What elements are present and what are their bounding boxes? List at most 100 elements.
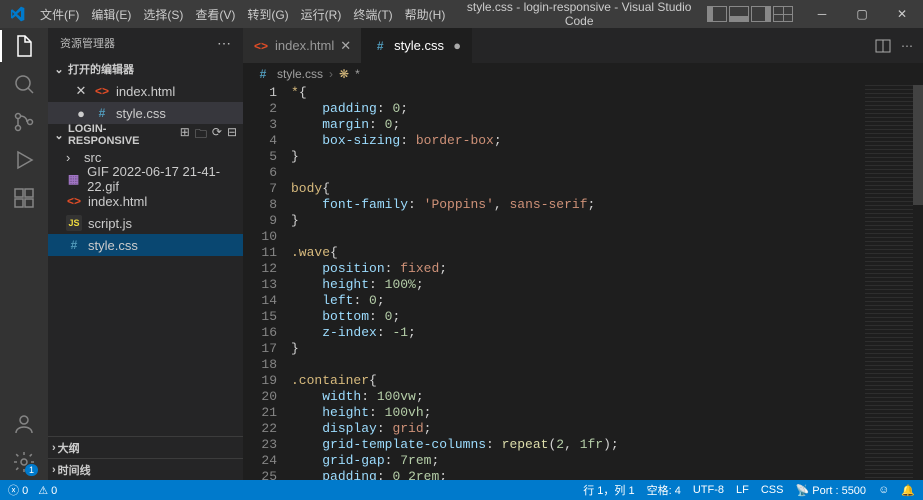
menu-item[interactable]: 查看(V) bbox=[189, 6, 241, 23]
status-live-server[interactable]: 📡 Port : 5500 bbox=[795, 484, 866, 497]
open-editors-header[interactable]: ⌄ 打开的编辑器 bbox=[48, 58, 243, 80]
status-indentation[interactable]: 空格: 4 bbox=[647, 482, 681, 498]
code-line[interactable]: *{ bbox=[291, 85, 923, 101]
code-line[interactable]: .wave{ bbox=[291, 245, 923, 261]
code-line[interactable]: position: fixed; bbox=[291, 261, 923, 277]
menu-item[interactable]: 文件(F) bbox=[34, 6, 85, 23]
sidebar-more-icon[interactable]: ⋯ bbox=[217, 35, 231, 52]
code-editor[interactable]: 1234567891011121314151617181920212223242… bbox=[243, 85, 923, 480]
breadcrumb[interactable]: # style.css › ❋ * bbox=[243, 63, 923, 85]
code-line[interactable]: width: 100vw; bbox=[291, 389, 923, 405]
file-item[interactable]: #style.css bbox=[48, 234, 243, 256]
code-line[interactable]: body{ bbox=[291, 181, 923, 197]
refresh-icon[interactable]: ⟳ bbox=[212, 125, 222, 146]
code-line[interactable] bbox=[291, 165, 923, 181]
activity-bar: 1 bbox=[0, 28, 48, 480]
code-line[interactable]: box-sizing: border-box; bbox=[291, 133, 923, 149]
code-line[interactable]: z-index: -1; bbox=[291, 325, 923, 341]
code-line[interactable]: display: grid; bbox=[291, 421, 923, 437]
close-window-button[interactable]: ✕ bbox=[885, 0, 919, 28]
code-line[interactable]: left: 0; bbox=[291, 293, 923, 309]
search-icon[interactable] bbox=[12, 72, 36, 96]
editor-tab[interactable]: #style.css● bbox=[362, 28, 472, 63]
menu-item[interactable]: 运行(R) bbox=[295, 6, 348, 23]
editor-tab[interactable]: <>index.html✕ bbox=[243, 28, 362, 63]
collapse-all-icon[interactable]: ⊟ bbox=[227, 125, 237, 146]
code-line[interactable]: bottom: 0; bbox=[291, 309, 923, 325]
layout-controls bbox=[707, 6, 793, 22]
line-number: 19 bbox=[243, 373, 277, 389]
menu-item[interactable]: 终端(T) bbox=[347, 6, 398, 23]
code-line[interactable]: grid-gap: 7rem; bbox=[291, 453, 923, 469]
modified-indicator-icon[interactable]: ● bbox=[74, 106, 88, 121]
code-line[interactable]: font-family: 'Poppins', sans-serif; bbox=[291, 197, 923, 213]
line-number: 11 bbox=[243, 245, 277, 261]
chevron-down-icon: ⌄ bbox=[52, 129, 66, 142]
code-content[interactable]: *{ padding: 0; margin: 0; box-sizing: bo… bbox=[291, 85, 923, 480]
open-editor-item[interactable]: ●#style.css bbox=[48, 102, 243, 124]
file-item[interactable]: ▦GIF 2022-06-17 21-41-22.gif bbox=[48, 168, 243, 190]
modified-indicator-icon[interactable]: ● bbox=[453, 38, 461, 53]
tab-label: style.css bbox=[394, 38, 444, 53]
project-header[interactable]: ⌄ LOGIN-RESPONSIVE ⊞ 🗀 ⟳ ⊟ bbox=[48, 124, 243, 146]
settings-badge: 1 bbox=[25, 464, 38, 476]
code-line[interactable]: } bbox=[291, 213, 923, 229]
minimap[interactable] bbox=[865, 85, 913, 480]
status-language[interactable]: CSS bbox=[761, 484, 784, 496]
timeline-section[interactable]: › 时间线 bbox=[48, 458, 243, 480]
open-editor-item[interactable]: ✕<>index.html bbox=[48, 80, 243, 102]
run-debug-icon[interactable] bbox=[12, 148, 36, 172]
tab-label: index.html bbox=[275, 38, 334, 53]
file-item[interactable]: JSscript.js bbox=[48, 212, 243, 234]
extensions-icon[interactable] bbox=[12, 186, 36, 210]
feedback-icon[interactable]: ☺ bbox=[878, 484, 889, 496]
notifications-bell-icon[interactable]: 🔔 bbox=[901, 484, 915, 497]
menu-item[interactable]: 编辑(E) bbox=[85, 6, 137, 23]
status-errors[interactable]: ⓧ 0 bbox=[8, 482, 28, 498]
code-line[interactable]: height: 100vh; bbox=[291, 405, 923, 421]
minimize-button[interactable]: ─ bbox=[805, 0, 839, 28]
status-warnings[interactable]: ⚠ 0 bbox=[38, 484, 57, 497]
toggle-panel-right-icon[interactable] bbox=[751, 6, 771, 22]
source-control-icon[interactable] bbox=[12, 110, 36, 134]
code-line[interactable] bbox=[291, 229, 923, 245]
toggle-panel-left-icon[interactable] bbox=[707, 6, 727, 22]
code-line[interactable]: margin: 0; bbox=[291, 117, 923, 133]
close-icon[interactable]: ✕ bbox=[74, 83, 88, 99]
account-icon[interactable] bbox=[12, 412, 36, 436]
html-file-icon: <> bbox=[94, 83, 110, 99]
new-folder-icon[interactable]: 🗀 bbox=[195, 125, 207, 146]
line-number: 18 bbox=[243, 357, 277, 373]
code-line[interactable]: padding: 0 2rem; bbox=[291, 469, 923, 480]
css-file-icon: # bbox=[66, 237, 82, 253]
code-line[interactable]: grid-template-columns: repeat(2, 1fr); bbox=[291, 437, 923, 453]
scrollbar-thumb[interactable] bbox=[913, 85, 923, 205]
status-encoding[interactable]: UTF-8 bbox=[693, 484, 724, 496]
code-line[interactable]: .container{ bbox=[291, 373, 923, 389]
menu-bar: 文件(F)编辑(E)选择(S)查看(V)转到(G)运行(R)终端(T)帮助(H) bbox=[34, 6, 451, 23]
split-editor-icon[interactable] bbox=[875, 38, 891, 54]
code-line[interactable]: } bbox=[291, 341, 923, 357]
code-line[interactable]: } bbox=[291, 149, 923, 165]
code-line[interactable]: height: 100%; bbox=[291, 277, 923, 293]
status-eol[interactable]: LF bbox=[736, 484, 749, 496]
vertical-scrollbar[interactable] bbox=[913, 85, 923, 480]
settings-gear-icon[interactable]: 1 bbox=[12, 450, 36, 474]
css-file-icon: # bbox=[94, 105, 110, 121]
menu-item[interactable]: 选择(S) bbox=[137, 6, 189, 23]
toggle-panel-bottom-icon[interactable] bbox=[729, 6, 749, 22]
menu-item[interactable]: 转到(G) bbox=[241, 6, 294, 23]
status-cursor-position[interactable]: 行 1，列 1 bbox=[583, 482, 634, 498]
explorer-icon[interactable] bbox=[12, 34, 36, 58]
editor-more-icon[interactable]: ⋯ bbox=[901, 39, 913, 53]
close-tab-icon[interactable]: ✕ bbox=[340, 38, 351, 54]
chevron-right-icon: › bbox=[329, 67, 333, 81]
new-file-icon[interactable]: ⊞ bbox=[180, 125, 190, 146]
explorer-sidebar: 资源管理器 ⋯ ⌄ 打开的编辑器 ✕<>index.html●#style.cs… bbox=[48, 28, 243, 480]
code-line[interactable]: padding: 0; bbox=[291, 101, 923, 117]
customize-layout-icon[interactable] bbox=[773, 6, 793, 22]
menu-item[interactable]: 帮助(H) bbox=[399, 6, 452, 23]
code-line[interactable] bbox=[291, 357, 923, 373]
outline-section[interactable]: › 大纲 bbox=[48, 436, 243, 458]
maximize-button[interactable]: ▢ bbox=[845, 0, 879, 28]
